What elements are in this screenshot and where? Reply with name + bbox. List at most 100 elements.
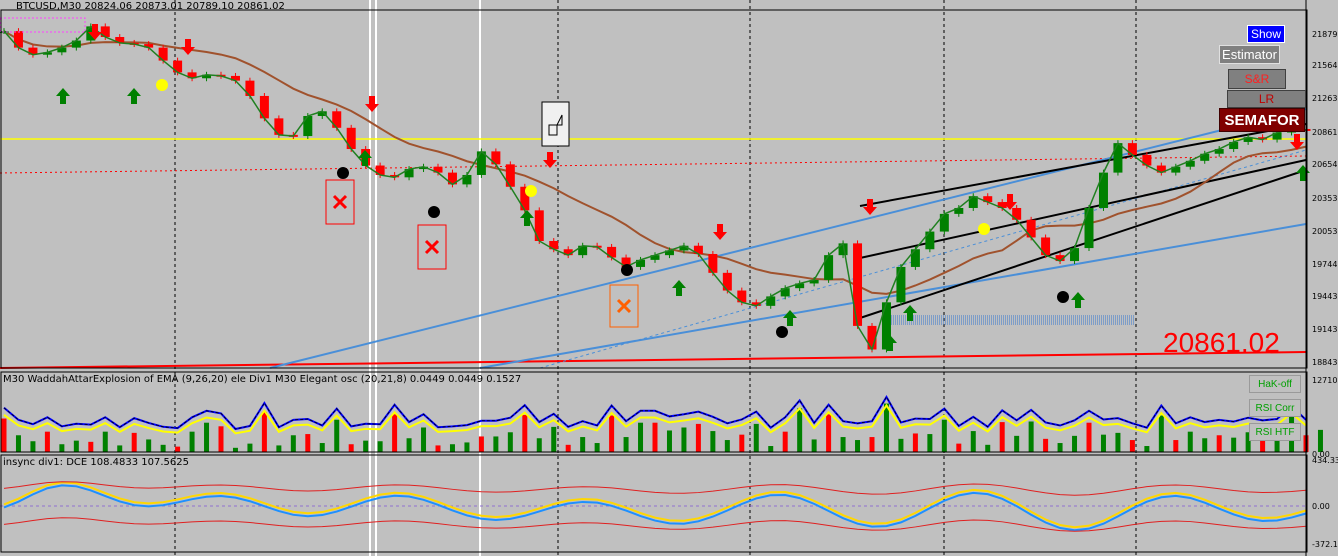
candle-body	[925, 231, 935, 250]
price-tick-label: 18843	[1312, 358, 1338, 367]
histogram-bar	[319, 443, 325, 452]
histogram-bar	[435, 445, 441, 452]
candle-body	[722, 272, 732, 291]
histogram-bar	[811, 439, 817, 452]
semafor-button[interactable]: SEMAFOR	[1219, 108, 1305, 132]
show-button[interactable]: Show	[1247, 25, 1285, 43]
histogram-bar	[782, 431, 788, 452]
histogram-bar	[88, 441, 94, 452]
osc1-tick-label: 12710.5	[1312, 376, 1338, 385]
semafor-yellow-dot-1	[525, 185, 537, 197]
chart-canvas[interactable]	[0, 0, 1338, 556]
histogram-bar	[855, 440, 861, 452]
histogram-bar	[681, 427, 687, 452]
semafor-black-dot-1	[428, 206, 440, 218]
histogram-bar	[392, 414, 398, 452]
main-panel-title: BTCUSD,M30 20824.06 20873.01 20789.10 20…	[16, 1, 285, 12]
histogram-bar	[898, 438, 904, 452]
histogram-bar	[44, 431, 50, 452]
semafor-yellow-dot-0	[156, 79, 168, 91]
histogram-bar	[883, 403, 889, 452]
histogram-bar	[840, 437, 846, 452]
histogram-bar	[478, 436, 484, 452]
histogram-bar	[536, 438, 542, 452]
histogram-bar	[1072, 435, 1078, 452]
histogram-bar	[276, 445, 282, 452]
histogram-bar	[1231, 437, 1237, 452]
histogram-bar	[710, 431, 716, 452]
histogram-bar	[73, 440, 79, 452]
histogram-bar	[1014, 435, 1020, 452]
histogram-bar	[638, 422, 644, 452]
osc2-tick-label: 434.33	[1312, 456, 1338, 465]
price-tick-label: 21263	[1312, 94, 1338, 103]
chart-window[interactable]: BTCUSD,M30 20824.06 20873.01 20789.10 20…	[0, 0, 1338, 556]
histogram-bar	[652, 422, 658, 452]
histogram-bar	[117, 445, 123, 452]
candle-body	[346, 127, 356, 150]
histogram-bar	[1317, 429, 1323, 452]
lr-button[interactable]: LR	[1227, 90, 1306, 108]
osc2-tick-label: -372.1	[1312, 540, 1338, 549]
rsi-htf-button[interactable]: RSI HTF	[1249, 423, 1301, 441]
chart-background	[0, 0, 1338, 556]
histogram-bar	[1057, 443, 1063, 452]
histogram-bar	[666, 430, 672, 452]
histogram-bar	[768, 446, 774, 452]
candle-body	[1026, 219, 1036, 238]
histogram-bar	[1202, 438, 1208, 452]
histogram-bar	[464, 442, 470, 452]
histogram-bar	[30, 441, 36, 452]
hak-off-button[interactable]: HaK-off	[1249, 375, 1301, 393]
histogram-bar	[1028, 421, 1034, 452]
histogram-bar	[1115, 432, 1121, 452]
semafor-yellow-dot-2	[978, 223, 990, 235]
histogram-bar	[406, 438, 412, 452]
histogram-bar	[797, 408, 803, 452]
histogram-bar	[522, 414, 528, 452]
histogram-bar	[623, 437, 629, 452]
semafor-black-dot-4	[1057, 291, 1069, 303]
osc1-panel-title: M30 WaddahAttarExplosion of EMA (9,26,20…	[3, 374, 522, 385]
histogram-bar	[232, 447, 238, 452]
semafor-black-dot-3	[776, 326, 788, 338]
histogram-bar	[131, 432, 137, 452]
candle-body	[1041, 237, 1051, 256]
histogram-bar	[970, 431, 976, 452]
histogram-bar	[1086, 422, 1092, 452]
histogram-bar	[247, 443, 253, 452]
estimator-button[interactable]: Estimator	[1219, 45, 1280, 64]
osc2-panel-title: insync div1: DCE 108.4833 107.5625	[3, 457, 190, 468]
histogram-bar	[493, 436, 499, 452]
histogram-bar	[1129, 440, 1135, 452]
price-tick-label: 20053	[1312, 227, 1338, 236]
histogram-bar	[594, 443, 600, 452]
price-tick-label: 19443	[1312, 292, 1338, 301]
rsi-corr-button[interactable]: RSI Corr	[1249, 399, 1301, 417]
histogram-bar	[377, 441, 383, 452]
semafor-black-dot-2	[621, 264, 633, 276]
histogram-bar	[175, 446, 181, 452]
histogram-bar	[348, 444, 354, 452]
price-tick-label: 21564	[1312, 61, 1338, 70]
histogram-bar	[449, 444, 455, 452]
histogram-bar	[869, 437, 875, 452]
price-tick-label: 20654	[1312, 160, 1338, 169]
candle-body	[505, 164, 515, 187]
candle-body	[303, 116, 313, 137]
candle-body	[910, 249, 920, 267]
semafor-black-dot-0	[337, 167, 349, 179]
last-price-label: 20861.02	[1163, 327, 1280, 358]
osc2-tick-label: 0.00	[1312, 502, 1330, 511]
histogram-bar	[609, 415, 615, 452]
histogram-bar	[146, 439, 152, 452]
histogram-bar	[160, 444, 166, 452]
histogram-bar	[59, 444, 65, 452]
candle-body	[853, 243, 863, 326]
sr-button[interactable]: S&R	[1228, 69, 1286, 89]
histogram-bar	[826, 414, 832, 452]
histogram-bar	[1100, 434, 1106, 452]
histogram-bar	[999, 422, 1005, 452]
candle-body	[534, 210, 544, 242]
histogram-bar	[739, 434, 745, 452]
